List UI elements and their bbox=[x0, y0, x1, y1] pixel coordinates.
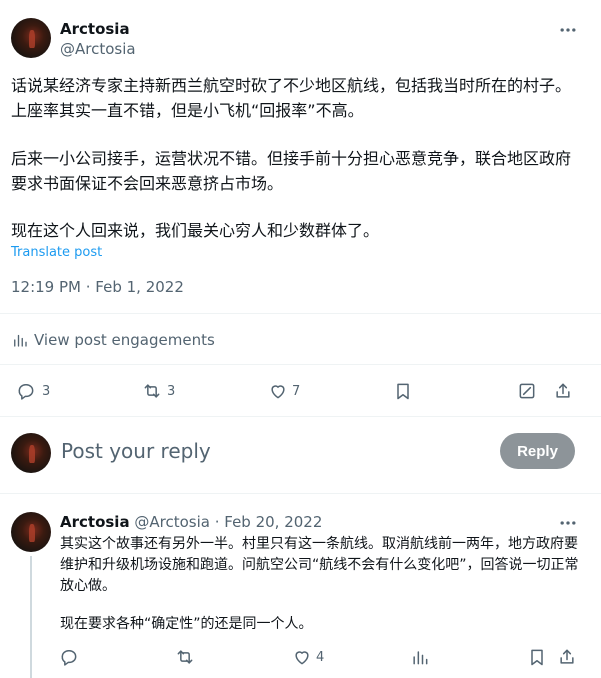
divider bbox=[0, 416, 601, 417]
post-text-paragraph-3: 现在这个人回来说，我们最关心穷人和少数群体了。 bbox=[11, 221, 380, 240]
bookmark-icon[interactable] bbox=[526, 646, 548, 668]
avatar[interactable] bbox=[11, 18, 51, 58]
author-handle[interactable]: @Arctosia bbox=[134, 513, 210, 531]
share-icon[interactable] bbox=[551, 379, 575, 403]
post-text-paragraph-1: 话说某经济专家主持新西兰航空时砍了不少地区航线，包括我当时所在的村子。上座率其实… bbox=[11, 76, 572, 120]
post-timestamp[interactable]: 12:19 PM · Feb 1, 2022 bbox=[11, 278, 184, 296]
like-count: 7 bbox=[292, 384, 301, 399]
repost-icon[interactable] bbox=[140, 379, 164, 403]
repost-count: 3 bbox=[167, 384, 176, 399]
reply-button[interactable]: Reply bbox=[500, 433, 575, 469]
thread-line bbox=[30, 556, 32, 678]
avatar[interactable] bbox=[11, 512, 51, 552]
more-options-icon[interactable] bbox=[556, 513, 580, 533]
divider bbox=[0, 493, 601, 494]
divider bbox=[0, 313, 601, 314]
reply-input[interactable]: Post your reply bbox=[61, 439, 211, 463]
reply-post-header: Arctosia @Arctosia · Feb 20, 2022 bbox=[60, 513, 322, 531]
reply-count: 3 bbox=[42, 384, 51, 399]
like-icon[interactable] bbox=[266, 379, 290, 403]
author-handle[interactable]: @Arctosia bbox=[60, 40, 136, 58]
author-name[interactable]: Arctosia bbox=[60, 20, 130, 38]
divider bbox=[0, 364, 601, 365]
bookmark-icon[interactable] bbox=[391, 379, 415, 403]
analytics-icon[interactable] bbox=[11, 331, 29, 349]
author-name[interactable]: Arctosia bbox=[60, 513, 130, 531]
like-count: 4 bbox=[316, 650, 325, 665]
edit-icon[interactable] bbox=[515, 379, 539, 403]
translate-post-link[interactable]: Translate post bbox=[11, 245, 102, 260]
reply-text-paragraph-2: 现在要求各种“确定性”的还是同一个人。 bbox=[60, 616, 313, 632]
reply-icon[interactable] bbox=[14, 379, 38, 403]
reply-icon[interactable] bbox=[58, 646, 80, 668]
post-text-paragraph-2: 后来一小公司接手，运营状况不错。但接手前十分担心恶意竞争，联合地区政府要求书面保… bbox=[11, 149, 572, 193]
repost-icon[interactable] bbox=[174, 646, 196, 668]
avatar[interactable] bbox=[11, 433, 51, 473]
reply-text-paragraph-1: 其实这个故事还有另外一半。村里只有这一条航线。取消航线前一两年，地方政府要维护和… bbox=[60, 536, 579, 594]
share-icon[interactable] bbox=[556, 646, 578, 668]
analytics-icon[interactable] bbox=[409, 646, 431, 668]
post-date[interactable]: · Feb 20, 2022 bbox=[215, 513, 323, 531]
more-options-icon[interactable] bbox=[556, 20, 580, 40]
view-engagements-link[interactable]: View post engagements bbox=[34, 331, 215, 349]
like-icon[interactable] bbox=[291, 646, 313, 668]
